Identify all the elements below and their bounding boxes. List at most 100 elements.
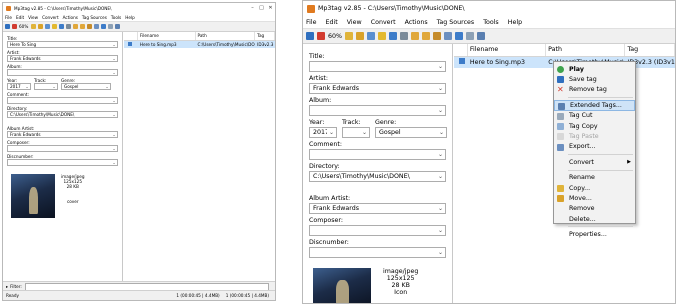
filename-tag-icon[interactable] <box>80 24 86 29</box>
discnumber-field[interactable]: ⌄ <box>7 159 118 166</box>
web-sources-icon[interactable] <box>115 24 121 29</box>
artist-field[interactable]: Frank Edwards ⌄ <box>309 83 446 94</box>
text-file-tag-icon[interactable] <box>87 24 93 29</box>
chevron-down-icon[interactable]: ⌄ <box>436 151 445 158</box>
open-folder-icon[interactable] <box>31 24 37 29</box>
genre-field[interactable]: Gospel ⌄ <box>375 127 447 138</box>
menu-tools[interactable]: Tools <box>111 15 121 20</box>
column-header-path[interactable]: Path <box>196 32 256 40</box>
column-header-tag[interactable]: Tag <box>625 44 675 56</box>
table-row[interactable]: Here to Sing.mp3 C:\Users\Timothy\Music\… <box>124 41 275 48</box>
tag-filename-icon[interactable] <box>411 32 419 40</box>
menu-file[interactable]: File <box>306 19 317 26</box>
web-sources-icon[interactable] <box>477 32 485 40</box>
menu-item-copy[interactable]: Copy... <box>554 183 635 193</box>
chevron-down-icon[interactable]: ⌄ <box>111 146 117 151</box>
playlist-icon[interactable] <box>367 32 375 40</box>
tag-tag-icon[interactable] <box>94 24 100 29</box>
playlist-icon[interactable] <box>45 24 51 29</box>
menu-tag-sources[interactable]: Tag Sources <box>437 19 475 26</box>
minimize-icon[interactable]: – <box>248 5 257 11</box>
menu-edit[interactable]: Edit <box>326 19 338 26</box>
favorite-icon[interactable] <box>52 24 58 29</box>
menu-item-export[interactable]: Export... <box>554 142 635 152</box>
menu-item-save-tag[interactable]: Save tag <box>554 74 635 84</box>
column-header-tag[interactable]: Tag <box>255 32 275 40</box>
menu-help[interactable]: Help <box>125 15 135 20</box>
chevron-down-icon[interactable]: ⌄ <box>436 249 445 256</box>
column-header-path[interactable]: Path <box>546 44 626 56</box>
actions-icon[interactable] <box>455 32 463 40</box>
chevron-down-icon[interactable]: ⌄ <box>436 173 445 180</box>
options-icon[interactable] <box>400 32 408 40</box>
column-header-filename[interactable]: Filename <box>468 44 547 56</box>
menu-item-tag-copy[interactable]: Tag Copy <box>554 121 635 131</box>
settings-icon[interactable] <box>466 32 474 40</box>
menu-item-move[interactable]: Move... <box>554 193 635 203</box>
track-field[interactable]: ⌄ <box>34 83 58 90</box>
chevron-down-icon[interactable]: ⌄ <box>111 112 117 117</box>
refresh-icon[interactable] <box>389 32 397 40</box>
menu-item-delete[interactable]: Delete... <box>554 214 635 224</box>
chevron-down-icon[interactable]: ⌄ <box>111 98 117 103</box>
close-icon[interactable]: ✕ <box>266 5 275 11</box>
filename-tag-icon[interactable] <box>422 32 430 40</box>
chevron-down-icon[interactable]: ⌄ <box>111 70 117 75</box>
track-field[interactable]: ⌄ <box>342 127 370 138</box>
cover-art[interactable] <box>313 268 371 303</box>
add-folder-icon[interactable] <box>38 24 44 29</box>
composer-field[interactable]: ⌄ <box>7 145 118 152</box>
cover-art[interactable] <box>11 174 55 218</box>
chevron-down-icon[interactable]: ⌄ <box>436 227 445 234</box>
title-field[interactable]: ⌄ <box>309 61 446 72</box>
menu-convert[interactable]: Convert <box>371 19 396 26</box>
refresh-icon[interactable] <box>59 24 65 29</box>
directory-field[interactable]: C:\Users\Timothy\Music\DONE\ ⌄ <box>7 111 118 118</box>
save-icon[interactable] <box>5 24 10 29</box>
menu-tools[interactable]: Tools <box>483 19 499 26</box>
menu-tag-sources[interactable]: Tag Sources <box>82 15 107 20</box>
text-file-tag-icon[interactable] <box>433 32 441 40</box>
maximize-icon[interactable]: □ <box>257 5 266 11</box>
zoom-level[interactable]: 60% <box>19 24 28 29</box>
chevron-down-icon[interactable]: ⌄ <box>436 85 445 92</box>
menu-item-play[interactable]: Play <box>554 64 635 74</box>
zoom-level[interactable]: 60% <box>328 33 342 40</box>
menu-item-remove[interactable]: Remove <box>554 204 635 214</box>
chevron-down-icon[interactable]: ⌄ <box>436 63 445 70</box>
chevron-down-icon[interactable]: ⌄ <box>111 132 117 137</box>
chevron-down-icon[interactable]: ⌄ <box>51 84 57 89</box>
menu-file[interactable]: File <box>5 15 12 20</box>
album-field[interactable]: ⌄ <box>309 105 446 116</box>
menu-item-tag-paste[interactable]: Tag Paste <box>554 131 635 141</box>
remove-tag-icon[interactable] <box>12 24 17 29</box>
menu-actions[interactable]: Actions <box>405 19 428 26</box>
album-artist-field[interactable]: Frank Edwards ⌄ <box>7 131 118 138</box>
tag-tag-icon[interactable] <box>444 32 452 40</box>
menu-edit[interactable]: Edit <box>16 15 24 20</box>
composer-field[interactable]: ⌄ <box>309 225 446 236</box>
chevron-down-icon[interactable]: ⌄ <box>24 84 30 89</box>
menu-view[interactable]: View <box>28 15 38 20</box>
menu-item-remove-tag[interactable]: ✕ Remove tag <box>554 85 635 95</box>
menu-actions[interactable]: Actions <box>63 15 78 20</box>
chevron-down-icon[interactable]: ⌄ <box>111 160 117 165</box>
chevron-down-icon[interactable]: ⌄ <box>111 56 117 61</box>
add-folder-icon[interactable] <box>356 32 364 40</box>
chevron-down-icon[interactable]: ⌄ <box>327 129 336 136</box>
year-field[interactable]: 2017⌄ <box>309 127 337 138</box>
open-folder-icon[interactable] <box>345 32 353 40</box>
menu-view[interactable]: View <box>347 19 362 26</box>
title-field[interactable]: Here To Sing ⌄ <box>7 41 118 48</box>
filter-toggle-icon[interactable]: ▸ <box>6 284 8 289</box>
chevron-down-icon[interactable]: ⌄ <box>104 84 110 89</box>
genre-field[interactable]: Gospel ⌄ <box>61 83 111 90</box>
menu-item-convert[interactable]: Convert ▶ <box>554 157 635 167</box>
menu-help[interactable]: Help <box>508 19 522 26</box>
album-field[interactable]: ⌄ <box>7 69 118 76</box>
year-field[interactable]: 2017⌄ <box>7 83 31 90</box>
save-icon[interactable] <box>306 32 314 40</box>
chevron-down-icon[interactable]: ⌄ <box>436 107 445 114</box>
chevron-down-icon[interactable]: ⌄ <box>437 129 446 136</box>
favorite-icon[interactable] <box>378 32 386 40</box>
